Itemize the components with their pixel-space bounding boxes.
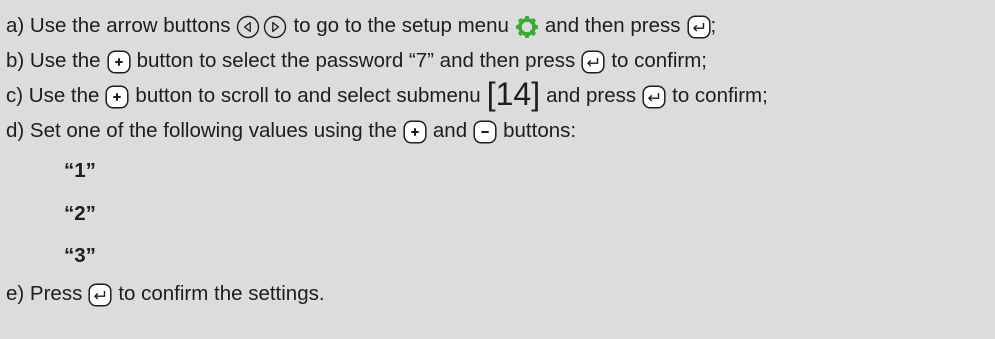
step-c-text-1: c) Use the xyxy=(6,84,100,108)
gear-icon xyxy=(515,15,539,39)
enter-icon xyxy=(642,85,666,109)
value-option-1: “1” xyxy=(6,149,995,193)
step-a-text-1: a) Use the arrow buttons xyxy=(6,14,231,38)
step-e-text-2: to confirm the settings. xyxy=(118,282,325,306)
step-a: a) Use the arrow buttons to go to the se… xyxy=(6,9,995,44)
submenu-number: [14] xyxy=(486,75,541,112)
right-arrow-circle-icon xyxy=(263,15,287,39)
step-e: e) Press to confirm the settings. xyxy=(6,277,995,312)
instructions: a) Use the arrow buttons to go to the se… xyxy=(0,0,995,339)
value-option-text: “1” xyxy=(64,158,96,182)
value-option-2: “2” xyxy=(6,193,995,235)
minus-icon xyxy=(473,120,497,144)
step-c-text-2: button to scroll to and select submenu xyxy=(135,84,481,108)
step-a-text-4: ; xyxy=(710,14,717,38)
step-d: d) Set one of the following values using… xyxy=(6,114,995,149)
step-d-text-2: and xyxy=(432,119,468,143)
step-c: c) Use the button to scroll to and selec… xyxy=(6,75,995,114)
step-a-text-2: to go to the setup menu xyxy=(293,14,509,38)
step-e-text-1: e) Press xyxy=(6,282,83,306)
enter-icon xyxy=(88,283,112,307)
step-d-text-1: d) Set one of the following values using… xyxy=(6,119,397,143)
value-option-3: “3” xyxy=(6,235,995,277)
step-d-text-3: buttons: xyxy=(503,119,577,143)
enter-icon xyxy=(581,50,605,74)
enter-icon xyxy=(687,15,711,39)
step-b-text-2: button to select the password “7” and th… xyxy=(136,49,576,73)
plus-icon xyxy=(107,50,131,74)
step-b-text-1: b) Use the xyxy=(6,49,101,73)
step-b-text-3: to confirm; xyxy=(611,49,708,73)
value-option-text: “3” xyxy=(64,243,96,267)
step-a-text-3: and then press xyxy=(544,14,681,38)
step-c-text-3: and press xyxy=(546,84,637,108)
step-b: b) Use the button to select the password… xyxy=(6,44,995,79)
left-arrow-circle-icon xyxy=(236,15,260,39)
value-option-text: “2” xyxy=(64,201,96,225)
plus-icon xyxy=(403,120,427,144)
plus-icon xyxy=(105,85,129,109)
step-c-text-4: to confirm; xyxy=(672,84,768,108)
